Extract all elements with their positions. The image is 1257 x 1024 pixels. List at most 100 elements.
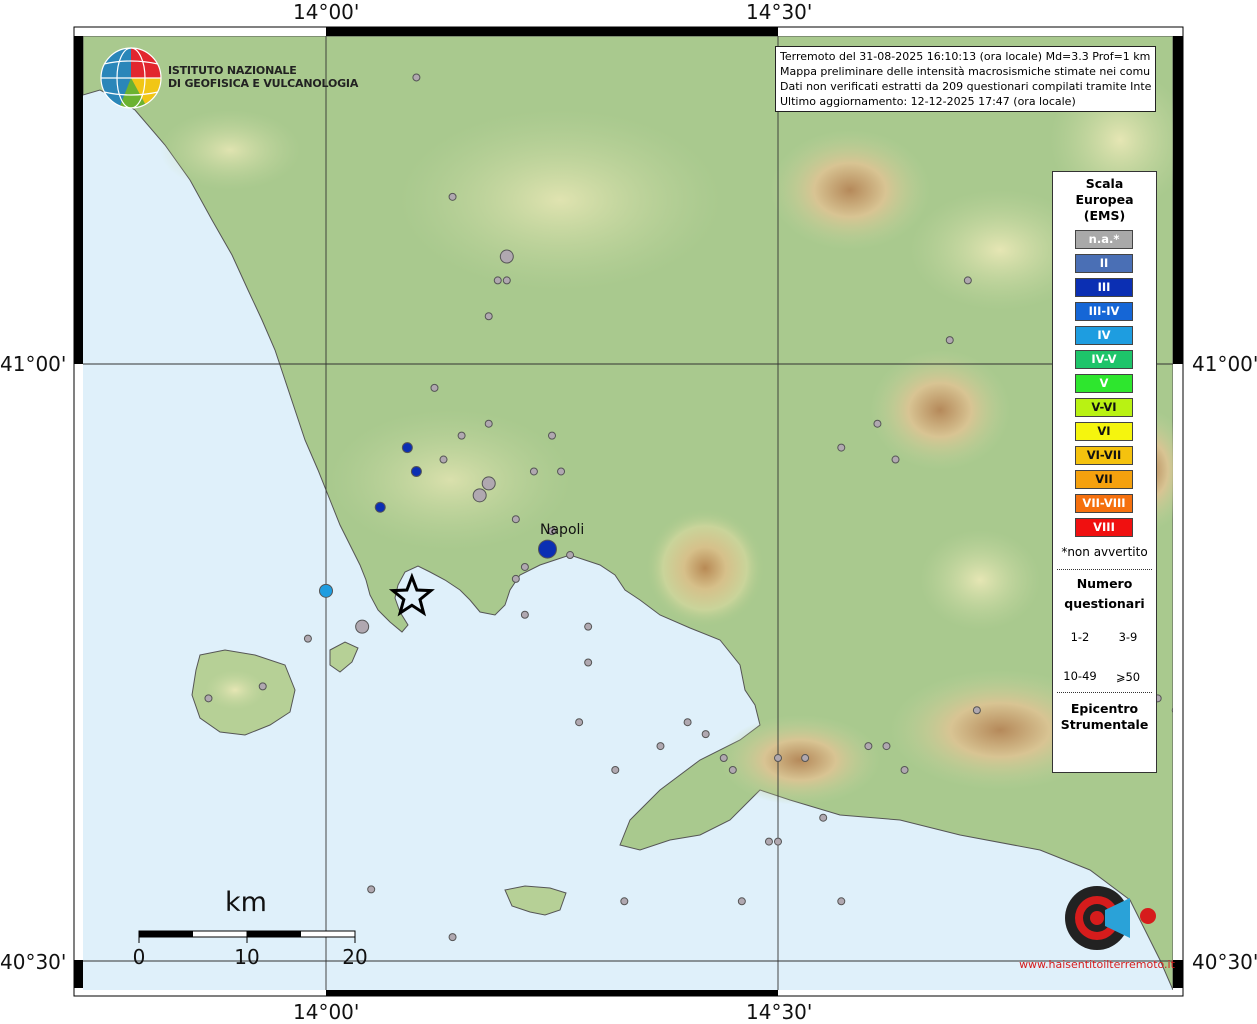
intensity-point-61[interactable] bbox=[303, 634, 312, 643]
intensity-point-26[interactable] bbox=[520, 610, 529, 619]
intensity-point-1[interactable] bbox=[0, 169, 4, 176]
ems-swatch-3: III-IV bbox=[1075, 302, 1133, 321]
intensity-point-24[interactable] bbox=[520, 562, 529, 571]
legend-questionnaire-title: Numero questionari bbox=[1053, 574, 1156, 614]
intensity-point-21[interactable] bbox=[511, 515, 520, 524]
intensity-point-16[interactable] bbox=[472, 488, 487, 503]
intensity-point-42[interactable] bbox=[764, 837, 773, 846]
intensity-point-20[interactable] bbox=[557, 467, 566, 476]
intensity-point-44[interactable] bbox=[837, 897, 846, 906]
ingv-logo-icon bbox=[100, 47, 162, 109]
intensity-point-36[interactable] bbox=[774, 754, 782, 763]
scale-unit-label: km bbox=[225, 887, 267, 918]
intensity-point-6[interactable] bbox=[499, 249, 514, 264]
intensity-point-53[interactable] bbox=[972, 706, 981, 715]
city-label-napoli: Napoli bbox=[540, 522, 585, 538]
intensity-point-7[interactable] bbox=[493, 276, 502, 285]
intensity-point-25[interactable] bbox=[511, 574, 520, 583]
intensity-point-12[interactable] bbox=[439, 455, 448, 464]
intensity-point-11[interactable] bbox=[410, 465, 422, 477]
intensity-point-63[interactable] bbox=[537, 539, 557, 559]
scale-label-0: 0 bbox=[132, 945, 146, 969]
intensity-point-49[interactable] bbox=[873, 419, 882, 428]
intensity-point-43[interactable] bbox=[819, 813, 828, 822]
org-line-1: ISTITUTO NAZIONALE bbox=[168, 64, 297, 77]
lat-tick-left-1: 41°00' bbox=[0, 352, 67, 376]
lon-tick-top-1: 14°00' bbox=[293, 0, 360, 24]
ems-swatch-6: V bbox=[1075, 374, 1133, 393]
intensity-point-17[interactable] bbox=[481, 476, 496, 491]
intensity-point-8[interactable] bbox=[502, 276, 511, 285]
intensity-point-47[interactable] bbox=[367, 885, 376, 894]
intensity-point-41[interactable] bbox=[774, 837, 782, 846]
intensity-point-9[interactable] bbox=[484, 312, 493, 321]
legend-q-title-1: Numero bbox=[1076, 576, 1133, 591]
intensity-point-51[interactable] bbox=[945, 336, 954, 345]
intensity-point-48[interactable] bbox=[837, 443, 846, 452]
legend-epi-title-1: Epicentro bbox=[1070, 701, 1139, 716]
event-info-line-3: Dati non verificati estratti da 209 ques… bbox=[780, 80, 1151, 93]
intensity-point-50[interactable] bbox=[891, 455, 900, 464]
intensity-point-2[interactable] bbox=[51, 313, 58, 320]
legend-scale-title-1: Scala bbox=[1085, 176, 1124, 191]
event-info-line-2: Mappa preliminare delle intensità macros… bbox=[780, 65, 1151, 78]
intensity-point-13[interactable] bbox=[457, 431, 466, 440]
legend-scale-title: Scala Europea (EMS) bbox=[1053, 176, 1156, 224]
intensity-point-30[interactable] bbox=[611, 765, 620, 774]
event-info-line-4: Ultimo aggiornamento: 12-12-2025 17:47 (… bbox=[780, 95, 1076, 108]
intensity-point-45[interactable] bbox=[737, 897, 746, 906]
intensity-point-4[interactable] bbox=[448, 192, 457, 201]
intensity-point-29[interactable] bbox=[575, 718, 584, 727]
intensity-point-59[interactable] bbox=[355, 619, 370, 634]
intensity-point-52[interactable] bbox=[963, 276, 972, 285]
lat-tick-left-2: 40°30' bbox=[0, 950, 67, 974]
intensity-point-14[interactable] bbox=[484, 419, 493, 428]
intensity-point-10[interactable] bbox=[401, 442, 413, 454]
lat-tick-right-2: 40°30' bbox=[1192, 950, 1257, 974]
intensity-point-58[interactable] bbox=[258, 682, 267, 691]
intensity-point-5[interactable] bbox=[430, 383, 439, 392]
intensity-point-35[interactable] bbox=[728, 765, 737, 774]
intensity-point-34[interactable] bbox=[719, 754, 728, 763]
intensity-point-3[interactable] bbox=[412, 73, 421, 82]
intensity-point-57[interactable] bbox=[204, 694, 213, 703]
intensity-point-18[interactable] bbox=[548, 431, 556, 440]
q-class-label-3: 10-49 bbox=[1063, 669, 1097, 683]
ems-swatch-11: VII-VIII bbox=[1075, 494, 1133, 513]
intensity-point-39[interactable] bbox=[882, 742, 891, 751]
intensity-point-37[interactable] bbox=[801, 754, 810, 763]
scale-label-20: 20 bbox=[342, 945, 368, 969]
svg-text:www.haisentitoilterremoto.it: www.haisentitoilterremoto.it bbox=[1019, 958, 1176, 971]
intensity-point-19[interactable] bbox=[529, 467, 538, 476]
q-class-label-1: 1-2 bbox=[1070, 630, 1090, 644]
intensity-point-40[interactable] bbox=[900, 765, 909, 774]
ems-swatch-9: VI-VII bbox=[1075, 446, 1133, 465]
intensity-point-23[interactable] bbox=[566, 551, 575, 560]
intensity-point-60[interactable] bbox=[319, 583, 333, 598]
ingv-org-name: ISTITUTO NAZIONALE DI GEOFISICA E VULCAN… bbox=[168, 64, 358, 90]
legend-panel: Scala Europea (EMS) n.a.* II III III-IV IV IV… bbox=[1052, 171, 1157, 773]
intensity-point-15[interactable] bbox=[374, 501, 386, 513]
org-line-2: DI GEOFISICA E VULCANOLOGIA bbox=[168, 77, 359, 90]
lon-tick-bottom-1: 14°00' bbox=[293, 1000, 360, 1024]
legend-q-title-2: questionari bbox=[1064, 596, 1145, 611]
intensity-point-28[interactable] bbox=[584, 658, 593, 667]
intensity-point-32[interactable] bbox=[683, 718, 692, 727]
lon-tick-top-2: 14°30' bbox=[746, 0, 813, 24]
intensity-point-27[interactable] bbox=[584, 622, 593, 631]
intensity-point-38[interactable] bbox=[864, 742, 873, 751]
event-info-line-1: Terremoto del 31-08-2025 16:10:13 (ora l… bbox=[780, 50, 1151, 63]
ems-swatch-7: V-VI bbox=[1075, 398, 1133, 417]
intensity-point-46[interactable] bbox=[620, 897, 629, 906]
intensity-point-33[interactable] bbox=[701, 730, 710, 739]
lon-tick-bottom-2: 14°30' bbox=[746, 1000, 813, 1024]
ems-swatch-12: VIII bbox=[1075, 518, 1133, 537]
intensity-point-62[interactable] bbox=[448, 933, 457, 942]
legend-scale-title-2: Europea bbox=[1075, 192, 1134, 207]
legend-divider-2 bbox=[1057, 692, 1152, 693]
intensity-point-31[interactable] bbox=[656, 742, 665, 751]
lat-tick-right-1: 41°00' bbox=[1192, 352, 1257, 376]
not-felt-note: *non avvertito bbox=[1061, 545, 1148, 559]
legend-epicenter-title: Epicentro Strumentale bbox=[1053, 701, 1156, 733]
legend-epi-title-2: Strumentale bbox=[1060, 717, 1149, 732]
